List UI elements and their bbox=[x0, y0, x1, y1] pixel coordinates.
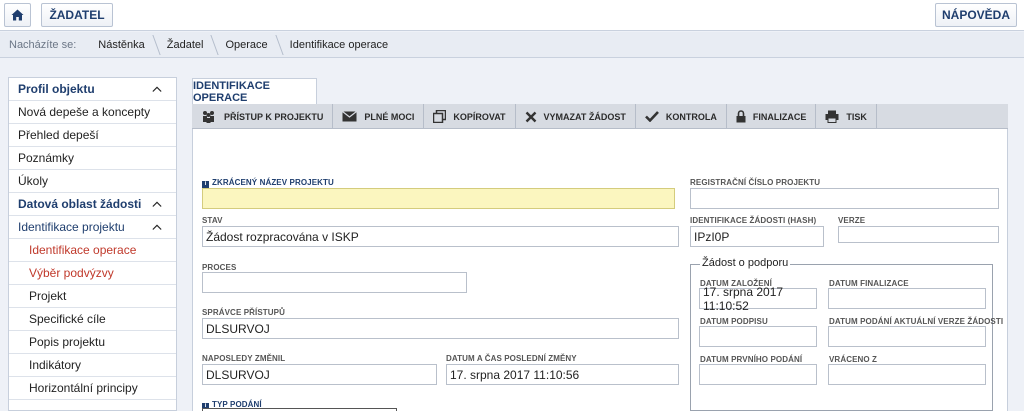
sidebar-item-indikatory[interactable]: Indikátory bbox=[9, 354, 176, 377]
delete-request-label: VYMAZAT ŽÁDOST bbox=[543, 111, 626, 122]
sidebar-item-label: Projekt bbox=[29, 289, 67, 303]
version-field[interactable] bbox=[838, 226, 999, 243]
last-changed-by-label: NAPOSLEDY ZMĚNIL bbox=[202, 354, 286, 363]
top-bar: ŽADATEL NÁPOVĚDA bbox=[0, 0, 1024, 31]
sidebar-item-popis-projektu[interactable]: Popis projektu bbox=[9, 331, 176, 354]
close-icon bbox=[525, 111, 536, 122]
sidebar-item-specificke-cile[interactable]: Specifické cíle bbox=[9, 308, 176, 331]
access-manager-label: SPRÁVCE PŘÍSTUPŮ bbox=[202, 308, 285, 317]
access-project-button[interactable]: PŘÍSTUP K PROJEKTU bbox=[192, 104, 334, 129]
sidebar-item-identifikace-operace[interactable]: Identifikace operace bbox=[9, 239, 176, 262]
registration-number-label: REGISTRAČNÍ ČÍSLO PROJEKTU bbox=[690, 178, 821, 187]
sidebar-item-profil-objektu[interactable]: Profil objektu bbox=[9, 78, 176, 101]
breadcrumb-item-nastenka[interactable]: Nástěnka bbox=[88, 32, 156, 58]
signature-date-label: DATUM PODPISU bbox=[700, 317, 768, 326]
sidebar-item-identifikace-projektu[interactable]: Identifikace projektu bbox=[9, 216, 176, 239]
chevron-up-icon[interactable] bbox=[152, 84, 162, 94]
sidebar-item-datova-oblast[interactable]: Datová oblast žádosti bbox=[9, 193, 176, 216]
sidebar-item-projekt[interactable]: Projekt bbox=[9, 285, 176, 308]
last-change-date-field[interactable]: 17. srpna 2017 11:10:56 bbox=[446, 364, 679, 385]
lock-icon bbox=[736, 110, 746, 123]
people-icon bbox=[203, 111, 214, 123]
chevron-up-icon[interactable] bbox=[152, 222, 162, 232]
tab-identifikace-operace[interactable]: IDENTIFIKACE OPERACE bbox=[192, 78, 317, 105]
state-field[interactable]: Žádost rozpracována v ISKP bbox=[202, 226, 679, 247]
sidebar-item-label: Datová oblast žádosti bbox=[18, 197, 142, 211]
breadcrumb-prefix: Nacházíte se: bbox=[9, 38, 77, 51]
printer-icon bbox=[825, 110, 839, 123]
home-button[interactable] bbox=[4, 3, 31, 27]
sidebar-item-label: Nová depeše a koncepty bbox=[18, 105, 151, 119]
first-submission-date-field[interactable] bbox=[699, 364, 817, 385]
sidebar-item-label: Popis projektu bbox=[29, 335, 106, 349]
returned-from-field[interactable] bbox=[828, 364, 986, 385]
sidebar-item-label: Úkoly bbox=[18, 174, 49, 188]
sidebar-item-label: Profil objektu bbox=[18, 82, 95, 96]
sidebar-item-label: Přehled depeší bbox=[18, 128, 99, 142]
zadatel-button[interactable]: ŽADATEL bbox=[41, 3, 113, 27]
created-date-field[interactable]: 17. srpna 2017 11:10:52 bbox=[699, 285, 817, 313]
registration-number-field[interactable] bbox=[690, 188, 999, 209]
checkmark-icon bbox=[644, 111, 659, 122]
hash-label: IDENTIFIKACE ŽÁDOSTI (HASH) bbox=[690, 216, 817, 225]
chevron-up-icon[interactable] bbox=[152, 199, 162, 209]
copy-icon bbox=[433, 110, 447, 123]
delete-request-button[interactable]: VYMAZAT ŽÁDOST bbox=[516, 104, 636, 129]
finalization-date-label: DATUM FINALIZACE bbox=[829, 279, 909, 288]
hash-field[interactable]: IPzI0P bbox=[690, 226, 824, 247]
action-toolbar: PŘÍSTUP K PROJEKTU PLNÉ MOCI KOPÍROVAT V… bbox=[192, 104, 1008, 129]
process-field[interactable] bbox=[202, 272, 467, 293]
envelope-icon bbox=[342, 111, 358, 122]
power-of-attorney-button[interactable]: PLNÉ MOCI bbox=[333, 104, 425, 129]
last-changed-by-field[interactable]: DLSURVOJ bbox=[202, 364, 437, 385]
breadcrumb: Nacházíte se: Nástěnka Žadatel Operace I… bbox=[0, 32, 1024, 58]
sidebar-item-label: Identifikace projektu bbox=[18, 220, 125, 234]
print-button[interactable]: TISK bbox=[816, 104, 877, 129]
sidebar-item-ukoly[interactable]: Úkoly bbox=[9, 170, 176, 193]
signature-date-field[interactable] bbox=[699, 326, 817, 347]
print-label: TISK bbox=[846, 111, 867, 122]
last-change-date-label: DATUM A ČAS POSLEDNÍ ZMĚNY bbox=[446, 354, 577, 363]
process-label: PROCES bbox=[202, 263, 237, 272]
current-submission-date-label: DATUM PODÁNÍ AKTUÁLNÍ VERZE ŽÁDOSTI bbox=[829, 317, 1004, 326]
current-submission-date-field[interactable] bbox=[828, 326, 986, 347]
returned-from-label: VRÁCENO Z bbox=[829, 355, 878, 364]
finalization-date-field[interactable] bbox=[828, 288, 986, 309]
short-name-input[interactable] bbox=[202, 188, 675, 209]
finalize-button[interactable]: FINALIZACE bbox=[727, 104, 817, 129]
access-manager-field[interactable]: DLSURVOJ bbox=[202, 318, 679, 339]
check-button[interactable]: KONTROLA bbox=[636, 104, 727, 129]
state-label: STAV bbox=[202, 216, 223, 225]
first-submission-date-label: DATUM PRVNÍHO PODÁNÍ bbox=[700, 355, 803, 364]
finalize-label: FINALIZACE bbox=[752, 111, 807, 122]
sidebar-item-label: Specifické cíle bbox=[29, 312, 106, 326]
sidebar-item-label: Identifikace operace bbox=[29, 243, 137, 257]
access-project-label: PŘÍSTUP K PROJEKTU bbox=[224, 111, 324, 122]
sidebar-item-label: Výběr podvýzvy bbox=[29, 266, 114, 280]
copy-button[interactable]: KOPÍROVAT bbox=[424, 104, 516, 129]
sidebar-item-nova-depese[interactable]: Nová depeše a koncepty bbox=[9, 101, 176, 124]
breadcrumb-item-zadatel[interactable]: Žadatel bbox=[157, 32, 216, 58]
sidebar-item-prehled-depesi[interactable]: Přehled depeší bbox=[9, 124, 176, 147]
info-icon: i bbox=[202, 181, 209, 188]
sidebar-item-label: Indikátory bbox=[29, 358, 82, 372]
check-label: KONTROLA bbox=[665, 111, 717, 122]
sidebar-item-poznamky[interactable]: Poznámky bbox=[9, 147, 176, 170]
sidebar: Profil objektu Nová depeše a koncepty Př… bbox=[8, 77, 177, 411]
version-label: VERZE bbox=[838, 216, 866, 225]
home-icon bbox=[11, 9, 24, 21]
sidebar-item-vyber-podvyzvy[interactable]: Výběr podvýzvy bbox=[9, 262, 176, 285]
sidebar-item-horizontalni-principy[interactable]: Horizontální principy bbox=[9, 377, 176, 400]
sidebar-item-label: Poznámky bbox=[18, 151, 75, 165]
help-button[interactable]: NÁPOVĚDA bbox=[935, 3, 1017, 27]
copy-label: KOPÍROVAT bbox=[453, 111, 506, 122]
sidebar-item-label: Horizontální principy bbox=[29, 381, 138, 395]
short-name-label: i ZKRÁCENÝ NÁZEV PROJEKTU bbox=[202, 178, 334, 188]
support-request-legend: Žádost o podporu bbox=[700, 257, 791, 269]
breadcrumb-item-operace[interactable]: Operace bbox=[215, 32, 279, 58]
breadcrumb-item-identifikace-operace: Identifikace operace bbox=[289, 38, 389, 51]
power-of-attorney-label: PLNÉ MOCI bbox=[364, 111, 415, 122]
